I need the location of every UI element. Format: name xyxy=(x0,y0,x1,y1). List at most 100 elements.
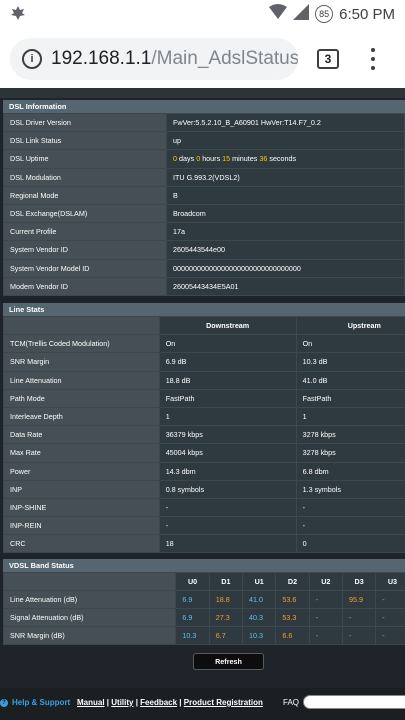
table-row: INP 0.8 symbols 1.3 symbols xyxy=(3,479,405,499)
table-row: Power 14.3 dbm 6.8 dbm xyxy=(3,461,405,481)
table-row: Max Rate 45004 kbps 3278 kbps xyxy=(3,443,405,463)
upstream-value: - xyxy=(295,497,405,518)
upstream-value: 6.8 dbm xyxy=(295,461,405,481)
upstream-value: 1.3 symbols xyxy=(295,479,405,499)
row-label: Data Rate xyxy=(3,425,160,445)
band-cell: - xyxy=(308,626,343,645)
band-corner xyxy=(2,572,177,591)
band-cell: 10.3 xyxy=(175,626,210,645)
vdsl-band-header: VDSL Band Status xyxy=(3,559,405,572)
vdsl-band-table: U0D1U1D2U2D3U3D4 Line Attenuation (dB)6.… xyxy=(2,572,405,645)
band-cell: 6.7 xyxy=(208,626,244,645)
page-top-strip xyxy=(0,88,405,98)
band-cell: 41.0 xyxy=(242,590,277,609)
band-cell: 18.8 xyxy=(208,590,244,609)
manual-link[interactable]: Manual xyxy=(77,698,105,707)
dsl-information-table: DSL Driver Version FwVer:5.5.2.10_B_A6090… xyxy=(3,112,405,296)
feedback-link[interactable]: Feedback xyxy=(140,698,177,707)
line-stats-corner xyxy=(3,315,160,336)
utility-link[interactable]: Utility xyxy=(111,698,133,707)
band-cell: - xyxy=(308,608,343,627)
band-header-u0: U0 xyxy=(175,572,210,591)
table-row: Regional Mode B xyxy=(3,185,405,205)
row-label: SNR Margin xyxy=(3,352,160,372)
uptime-days-unit: days xyxy=(179,154,195,164)
downstream-value: 18 xyxy=(158,534,297,554)
band-header-u3: U3 xyxy=(375,572,405,591)
row-label: TCM(Trellis Coded Modulation) xyxy=(3,334,160,354)
info-icon[interactable]: i xyxy=(22,49,42,69)
row-label: Modem Vendor ID xyxy=(3,276,167,296)
band-header-u1: U1 xyxy=(242,572,277,591)
product-registration-link[interactable]: Product Registration xyxy=(184,698,263,707)
downstream-value: - xyxy=(158,497,297,518)
table-row: Line Attenuation 18.8 dB 41.0 dB xyxy=(3,370,405,390)
refresh-button[interactable]: Refresh xyxy=(193,653,264,670)
uptime-seconds: 36 xyxy=(259,154,268,164)
table-row: INP-SHINE - - xyxy=(3,497,405,518)
router-page: DSL Information DSL Driver Version FwVer:… xyxy=(0,88,405,720)
band-cell: - xyxy=(375,626,405,645)
upstream-value: 3278 kbps xyxy=(295,443,405,463)
band-cell: - xyxy=(341,626,377,645)
tab-switcher-button[interactable]: 3 xyxy=(317,49,339,69)
dsl-information-header: DSL Information xyxy=(3,100,405,113)
table-row: Signal Attenuation (dB) 6.9 27.3 40.3 53.3- -… xyxy=(2,608,405,627)
row-label: INP-SHINE xyxy=(3,497,160,518)
band-cell: 6.6 xyxy=(275,626,310,645)
band-header-d2: D2 xyxy=(275,572,310,591)
downstream-value: 18.8 dB xyxy=(158,370,297,390)
table-row: CRC 18 0 xyxy=(3,534,405,554)
band-cell: - xyxy=(375,590,405,609)
faq-label: FAQ xyxy=(283,698,300,707)
row-label: Current Profile xyxy=(3,222,167,242)
faq-search-input[interactable] xyxy=(303,695,405,709)
band-cell: - xyxy=(341,608,377,627)
row-label: Line Attenuation (dB) xyxy=(2,590,177,609)
line-stats-table: Downstream Upstream TCM(Trellis Coded Mo… xyxy=(3,315,405,554)
table-row: System Vendor Model ID 000000000000000000… xyxy=(3,258,405,278)
table-row: Modem Vendor ID 26005443434E5A01 xyxy=(3,276,405,296)
row-label: System Vendor ID xyxy=(3,240,167,260)
url-text[interactable]: 192.168.1.1/Main_AdslStatus xyxy=(51,48,298,70)
row-value: ITU G.993.2(VDSL2) xyxy=(166,167,405,187)
row-value: FwVer:5.5.2.10_B_A60901 HwVer:T14.F7_0.2 xyxy=(166,112,405,133)
row-label: Regional Mode xyxy=(3,185,167,205)
table-row: DSL Link Status up xyxy=(3,131,405,151)
band-header-d1: D1 xyxy=(208,572,244,591)
row-value: 0 days 0 hours 15 minutes 36 seconds xyxy=(166,149,405,169)
row-value: 2605443544e00 xyxy=(166,240,405,260)
band-cell: 95.9 xyxy=(341,590,377,609)
band-cell: - xyxy=(375,608,405,627)
uptime-minutes-unit: minutes xyxy=(232,154,258,164)
table-row: Current Profile 17a xyxy=(3,222,405,242)
upstream-value: - xyxy=(295,516,405,536)
address-bar[interactable]: i 192.168.1.1/Main_AdslStatus xyxy=(10,38,298,80)
wifi-icon xyxy=(269,4,288,24)
battery-level-badge: 85 xyxy=(315,5,334,23)
overflow-menu-icon[interactable] xyxy=(365,45,381,73)
row-label: DSL Driver Version xyxy=(3,112,167,133)
downstream-value: 0.8 symbols xyxy=(158,479,297,499)
band-header-d3: D3 xyxy=(341,572,377,591)
band-cell: 53.6 xyxy=(275,590,310,609)
upstream-value: On xyxy=(295,334,405,354)
table-row: INP-REIN - - xyxy=(3,516,405,536)
row-label: SNR Margin (dB) xyxy=(2,626,177,645)
status-bar: 85 6:50 PM xyxy=(0,0,405,30)
downstream-column-header: Downstream xyxy=(158,315,297,336)
downstream-value: 36379 kbps xyxy=(158,425,297,445)
row-label: Max Rate xyxy=(3,443,160,463)
uptime-hours: 0 xyxy=(196,154,201,164)
help-support-link[interactable]: ? Help & Support xyxy=(0,698,70,707)
band-cell: - xyxy=(308,590,343,609)
row-label: DSL Exchange(DSLAM) xyxy=(3,203,167,224)
band-cell: 40.3 xyxy=(242,608,277,627)
downstream-value: 1 xyxy=(158,406,297,427)
band-cell: 6.9 xyxy=(175,608,210,627)
row-value: 17a xyxy=(166,222,405,242)
downstream-value: FastPath xyxy=(158,388,297,408)
table-row: DSL Modulation ITU G.993.2(VDSL2) xyxy=(3,167,405,187)
row-value: 00000000000000000000000000000000 xyxy=(166,258,405,278)
row-label: INP xyxy=(3,479,160,499)
